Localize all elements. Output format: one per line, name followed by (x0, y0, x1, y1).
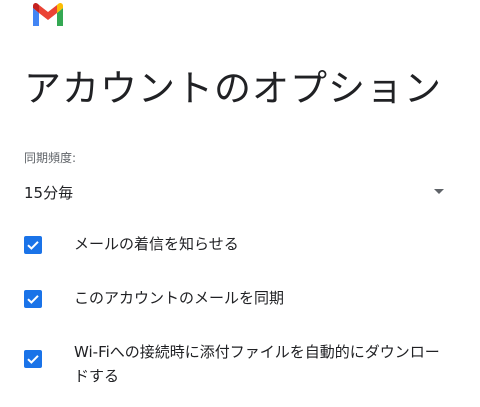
sync-frequency-label: 同期頻度: (24, 151, 77, 165)
auto-download-attachments-label: Wi-Fiへの接続時に添付ファイルを自動的にダウンロードする (74, 343, 440, 385)
auto-download-attachments-checkbox[interactable] (24, 350, 42, 368)
account-options-screen: アカウントのオプション 同期頻度: 15分毎 メールの着信を知らせる このアカウ… (0, 0, 480, 407)
page-title: アカウントのオプション (24, 67, 442, 110)
sync-frequency-dropdown[interactable]: 15分毎 (24, 178, 448, 206)
checkmark-icon (27, 355, 39, 364)
gmail-logo-icon (33, 2, 63, 26)
auto-download-attachments-option[interactable]: Wi-Fiへの接続時に添付ファイルを自動的にダウンロードする (24, 340, 464, 390)
sync-frequency-value: 15分毎 (24, 184, 74, 202)
notify-new-mail-checkbox[interactable] (24, 236, 42, 254)
notify-new-mail-label: メールの着信を知らせる (74, 235, 239, 253)
sync-mail-checkbox[interactable] (24, 290, 42, 308)
dropdown-arrow-icon (434, 189, 444, 194)
notify-new-mail-option[interactable]: メールの着信を知らせる (24, 232, 464, 258)
checkmark-icon (27, 295, 39, 304)
sync-mail-option[interactable]: このアカウントのメールを同期 (24, 286, 464, 312)
checkmark-icon (27, 241, 39, 250)
sync-mail-label: このアカウントのメールを同期 (74, 289, 285, 307)
